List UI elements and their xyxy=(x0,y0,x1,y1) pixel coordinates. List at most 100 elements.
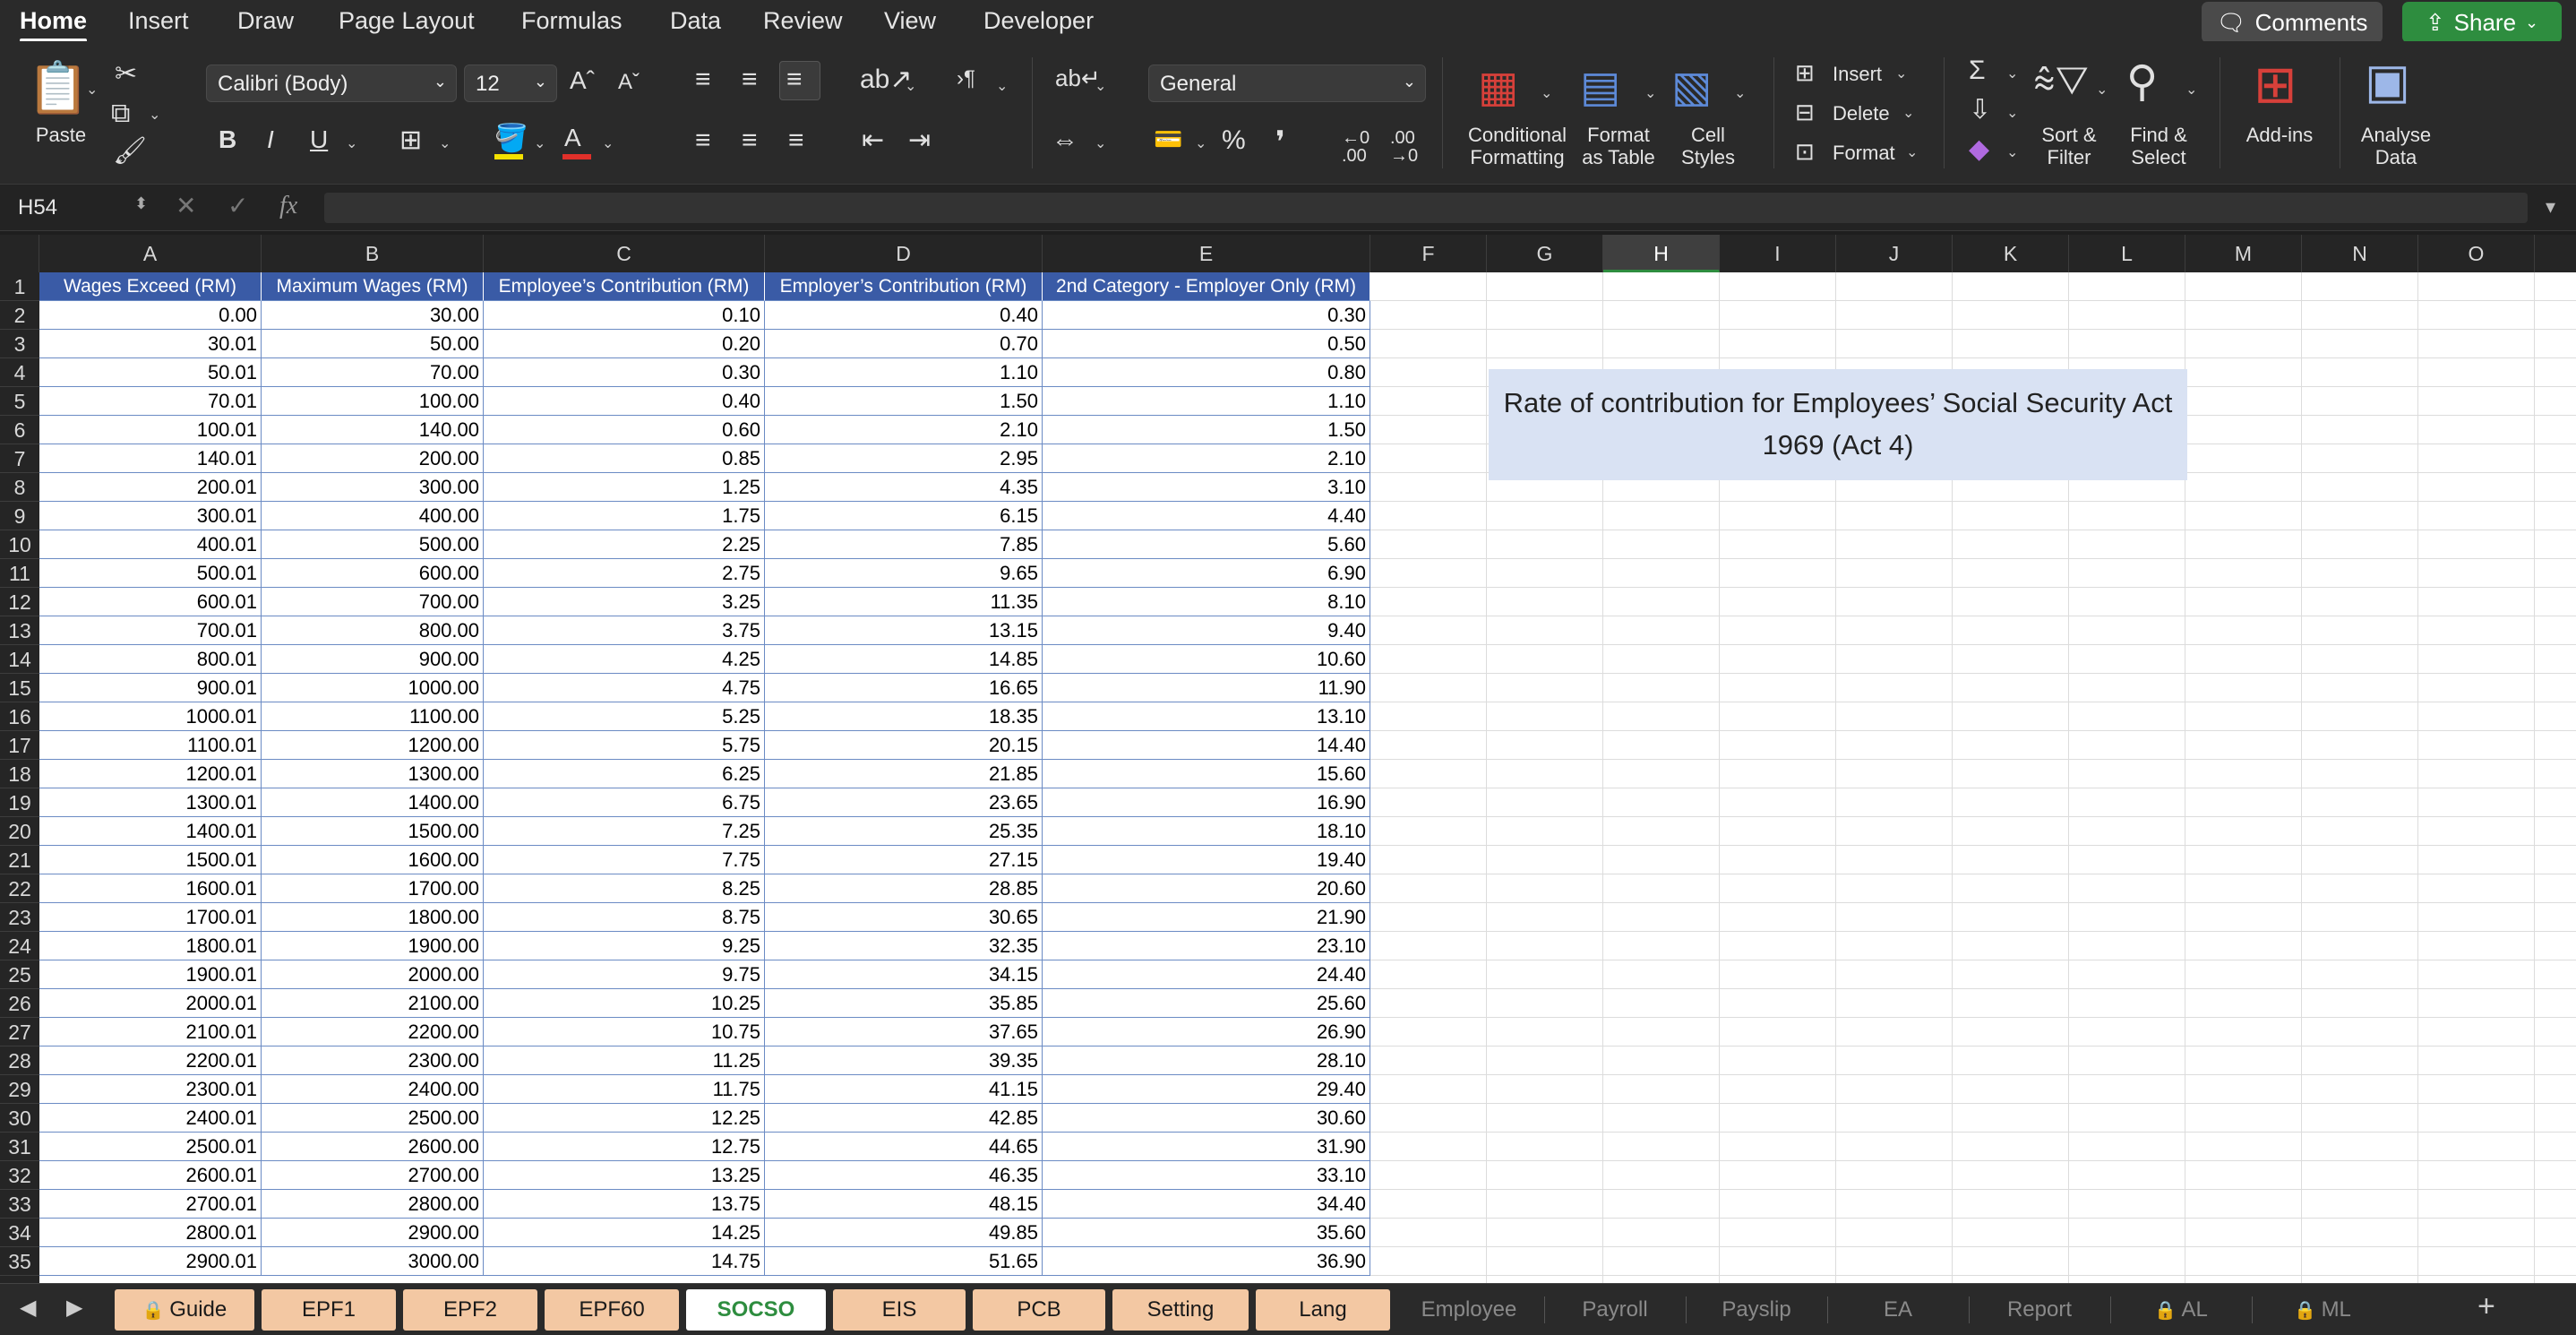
table-cell[interactable]: 1800.01 xyxy=(39,932,262,960)
table-cell[interactable]: 9.25 xyxy=(484,932,765,960)
table-cell[interactable]: 1000.00 xyxy=(262,674,484,702)
table-cell[interactable]: 23.65 xyxy=(765,788,1043,817)
clear-icon[interactable]: ◆ xyxy=(1969,136,1989,163)
tab-view[interactable]: View xyxy=(884,7,936,35)
table-cell[interactable]: 1.25 xyxy=(484,473,765,502)
add-ins-button[interactable]: Add-ins xyxy=(2239,124,2320,146)
insert-function-icon[interactable]: fx xyxy=(279,194,297,219)
column-header-m[interactable]: M xyxy=(2185,235,2302,272)
table-cell[interactable]: 13.75 xyxy=(484,1190,765,1219)
table-cell[interactable]: 16.90 xyxy=(1043,788,1370,817)
table-cell[interactable]: 12.75 xyxy=(484,1133,765,1161)
add-ins-icon[interactable]: ⊞ xyxy=(2254,59,2297,111)
row-header[interactable]: 34 xyxy=(0,1219,39,1247)
table-cell[interactable]: 30.65 xyxy=(765,903,1043,932)
table-cell[interactable]: 7.25 xyxy=(484,817,765,846)
table-cell[interactable]: 11.90 xyxy=(1043,674,1370,702)
table-cell[interactable]: 21.90 xyxy=(1043,903,1370,932)
table-cell[interactable]: 0.10 xyxy=(484,301,765,330)
table-cell[interactable]: 10.60 xyxy=(1043,645,1370,674)
analyse-data-button[interactable]: Analyse Data xyxy=(2347,124,2445,168)
table-cell[interactable]: 11.35 xyxy=(765,588,1043,616)
add-sheet-icon[interactable]: + xyxy=(2477,1289,2495,1324)
row-header[interactable]: 12 xyxy=(0,588,39,616)
next-sheet-icon[interactable]: ▶ xyxy=(66,1295,82,1321)
table-cell[interactable]: 32.35 xyxy=(765,932,1043,960)
table-cell[interactable]: 2900.00 xyxy=(262,1219,484,1247)
table-cell[interactable]: 13.15 xyxy=(765,616,1043,645)
row-header[interactable]: 25 xyxy=(0,960,39,989)
format-painter-icon[interactable]: 🖌 xyxy=(113,138,147,165)
sheet-tab-eis[interactable]: EIS xyxy=(833,1289,966,1331)
table-cell[interactable]: 2.95 xyxy=(765,444,1043,473)
table-cell[interactable]: 39.35 xyxy=(765,1046,1043,1075)
tab-insert[interactable]: Insert xyxy=(128,7,189,35)
table-cell[interactable]: 8.75 xyxy=(484,903,765,932)
table-cell[interactable]: 0.50 xyxy=(1043,330,1370,358)
row-header[interactable]: 5 xyxy=(0,387,39,416)
row-header[interactable]: 13 xyxy=(0,616,39,645)
insert-cells-icon[interactable]: ⊞ xyxy=(1795,61,1815,84)
table-cell[interactable]: 1200.00 xyxy=(262,731,484,760)
sheet-tab-payslip[interactable]: Payslip xyxy=(1689,1289,1824,1331)
table-cell[interactable]: 44.65 xyxy=(765,1133,1043,1161)
row-header[interactable]: 23 xyxy=(0,903,39,932)
sheet-tab-employee[interactable]: Employee xyxy=(1397,1289,1541,1331)
table-cell[interactable]: 15.60 xyxy=(1043,760,1370,788)
row-header[interactable]: 19 xyxy=(0,788,39,817)
table-cell[interactable]: 7.75 xyxy=(484,846,765,874)
autosum-icon[interactable]: Σ xyxy=(1969,57,1986,84)
fill-icon[interactable]: ⇩ xyxy=(1969,97,1991,124)
table-cell[interactable]: 0.40 xyxy=(484,387,765,416)
table-cell[interactable]: 30.60 xyxy=(1043,1104,1370,1133)
delete-cells-icon[interactable]: ⊟ xyxy=(1795,100,1815,124)
row-header[interactable]: 35 xyxy=(0,1247,39,1276)
row-header[interactable]: 22 xyxy=(0,874,39,903)
table-cell[interactable]: 14.85 xyxy=(765,645,1043,674)
tab-formulas[interactable]: Formulas xyxy=(521,7,623,35)
table-cell[interactable]: 35.60 xyxy=(1043,1219,1370,1247)
table-cell[interactable]: 12.25 xyxy=(484,1104,765,1133)
table-cell[interactable]: 7.85 xyxy=(765,530,1043,559)
table-cell[interactable]: 1.10 xyxy=(1043,387,1370,416)
table-cell[interactable]: 11.25 xyxy=(484,1046,765,1075)
row-header[interactable]: 4 xyxy=(0,358,39,387)
tab-review[interactable]: Review xyxy=(763,7,843,35)
table-cell[interactable]: 23.10 xyxy=(1043,932,1370,960)
table-cell[interactable]: 6.75 xyxy=(484,788,765,817)
conditional-formatting-button[interactable]: Conditional Formatting xyxy=(1458,124,1576,168)
table-cell[interactable]: 4.25 xyxy=(484,645,765,674)
copy-chevron-icon[interactable]: ⌄ xyxy=(149,106,160,124)
row-header[interactable]: 26 xyxy=(0,989,39,1018)
table-cell[interactable]: 13.10 xyxy=(1043,702,1370,731)
table-cell[interactable]: 0.80 xyxy=(1043,358,1370,387)
align-top-icon[interactable]: ≡ xyxy=(695,66,711,93)
font-name-select[interactable]: Calibri (Body) ⌄ xyxy=(206,65,457,102)
row-header[interactable]: 7 xyxy=(0,444,39,473)
table-cell[interactable]: 20.60 xyxy=(1043,874,1370,903)
table-cell[interactable]: 1700.01 xyxy=(39,903,262,932)
table-cell[interactable]: 1.10 xyxy=(765,358,1043,387)
table-cell[interactable]: 1000.01 xyxy=(39,702,262,731)
table-cell[interactable]: 41.15 xyxy=(765,1075,1043,1104)
format-cells-icon[interactable]: ⊡ xyxy=(1795,140,1815,163)
table-cell[interactable]: 34.40 xyxy=(1043,1190,1370,1219)
decrease-indent-icon[interactable]: ⇤ xyxy=(862,127,884,154)
table-cell[interactable]: 1.75 xyxy=(484,502,765,530)
table-cell[interactable]: 27.15 xyxy=(765,846,1043,874)
table-cell[interactable]: 3.25 xyxy=(484,588,765,616)
table-header-cell[interactable]: 2nd Category - Employer Only (RM) xyxy=(1043,272,1370,301)
table-cell[interactable]: 600.00 xyxy=(262,559,484,588)
table-cell[interactable]: 2000.00 xyxy=(262,960,484,989)
row-header[interactable]: 16 xyxy=(0,702,39,731)
paste-icon[interactable]: 📋 xyxy=(27,63,90,113)
table-cell[interactable]: 1.50 xyxy=(1043,416,1370,444)
paste-chevron-icon[interactable]: ⌄ xyxy=(86,81,98,99)
table-cell[interactable]: 4.40 xyxy=(1043,502,1370,530)
table-cell[interactable]: 0.00 xyxy=(39,301,262,330)
align-left-icon[interactable]: ≡ xyxy=(695,127,711,154)
paste-label[interactable]: Paste xyxy=(25,124,97,146)
column-header-b[interactable]: B xyxy=(262,235,484,272)
find-select-chevron-icon[interactable]: ⌄ xyxy=(2185,81,2197,99)
sheet-tab-epf60[interactable]: EPF60 xyxy=(545,1289,679,1331)
